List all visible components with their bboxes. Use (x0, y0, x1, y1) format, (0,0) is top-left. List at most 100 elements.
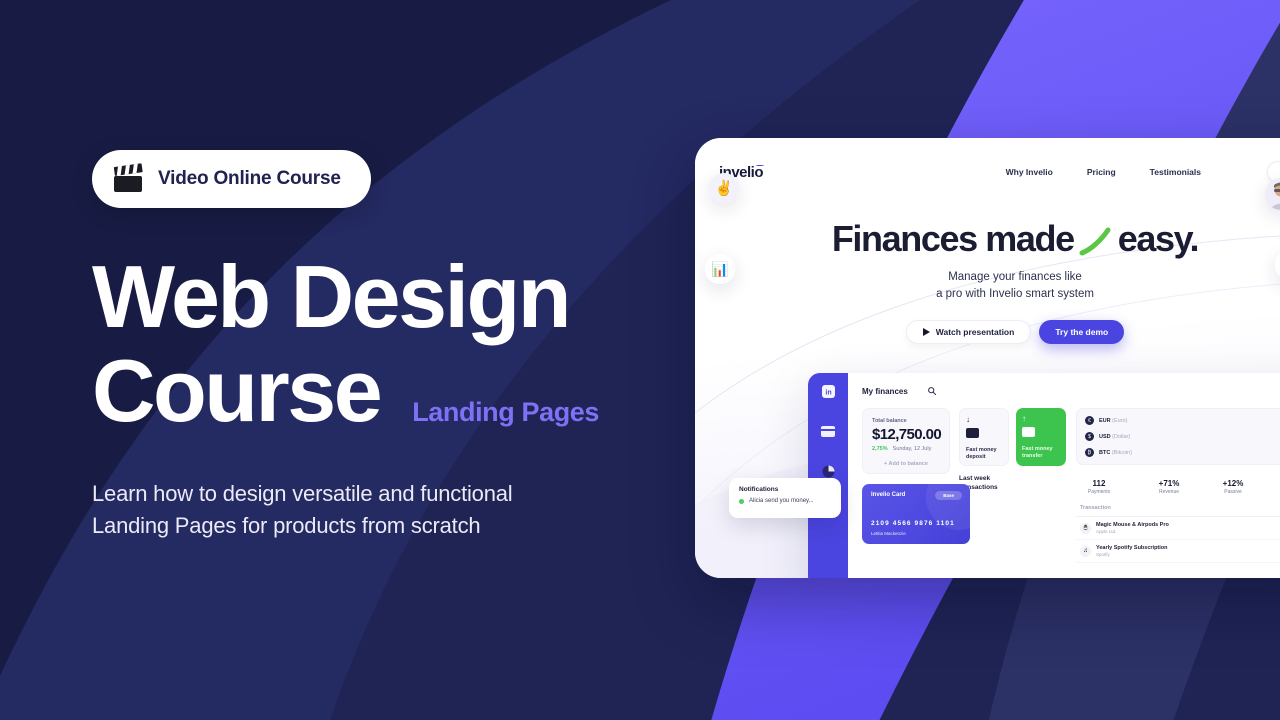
mockup-hero-subtitle-line1: Manage your finances like (948, 271, 1082, 283)
wallet-icon (1022, 427, 1035, 437)
stat-key: Revenue (1158, 489, 1179, 495)
search-icon[interactable] (927, 382, 936, 400)
mockup-navbar: invelio Why Invelio Pricing Testimonials (695, 156, 1280, 188)
nav-link-pricing[interactable]: Pricing (1087, 167, 1116, 177)
last-week-transactions-summary: Last week transactions (959, 475, 1067, 493)
nav-link-why-invelio[interactable]: Why Invelio (1006, 167, 1053, 177)
currency-rates-panel: € EUR (Euro) +0,22% $ USD (Dollar) +2,71… (1076, 408, 1280, 465)
dashboard-columns: Total balance $12,750.00 2,75% Sunday, 1… (862, 408, 1280, 563)
mockup-hero-title-after: easy. (1117, 218, 1200, 259)
hero-subtitle-line1: Learn how to design versatile and functi… (92, 481, 513, 507)
play-icon (922, 328, 930, 337)
arrow-up-icon: ↑ (1022, 414, 1026, 423)
page-title-line1: Web Design (92, 247, 572, 346)
transaction-name: Magic Mouse & Airpods Pro (1096, 522, 1169, 528)
mockup-hero-subtitle: Manage your finances like a pro with Inv… (695, 269, 1280, 302)
table-header: Transaction Type (1076, 505, 1280, 517)
notification-message: Alicia send you money... (749, 498, 814, 504)
music-note-icon: ♫ (1080, 545, 1091, 557)
stat-revenue: +71% Revenue (1148, 479, 1190, 495)
watch-presentation-button[interactable]: Watch presentation (905, 320, 1032, 345)
dashboard-title: My finances (862, 386, 908, 396)
wallet-icon (966, 428, 979, 438)
rate-row: ₿ BTC (Bitcoin) +12,03% (1085, 448, 1280, 457)
video-online-course-badge[interactable]: Video Online Course (92, 150, 371, 208)
mockup-hero-title: Finances made easy. (695, 218, 1280, 260)
stat-value: 112 (1092, 479, 1106, 488)
total-balance-amount: $12,750.00 (872, 426, 942, 443)
rate-name: (Bitcoin) (1111, 449, 1133, 456)
transaction-name: Yearly Spotify Subscription (1096, 545, 1168, 551)
fast-money-deposit-card[interactable]: ↓ Fast money deposit (959, 408, 1009, 466)
badge-label: Video Online Course (158, 168, 341, 189)
stat-key: Passive (1224, 489, 1242, 495)
mockup-hero-title-before: Finances made (831, 218, 1075, 259)
balance-column: Total balance $12,750.00 2,75% Sunday, 1… (862, 408, 970, 563)
card-chip-badge: Base (935, 491, 962, 500)
balance-change: 2,75% (872, 446, 888, 452)
card-holder: Letitia Mackenzie (871, 531, 906, 536)
table-row[interactable]: 🖱 Magic Mouse & Airpods Pro Apple Ltd. T… (1076, 517, 1280, 540)
bitcoin-coin-icon: ₿ (1085, 448, 1094, 457)
website-mockup-window: invelio Why Invelio Pricing Testimonials… (695, 138, 1280, 578)
mockup-cta-buttons: Watch presentation Try the demo (695, 320, 1280, 345)
hero-subtitle-line2: Landing Pages for products from scratch (92, 513, 481, 539)
stat-value: +71% (1158, 479, 1180, 488)
table-row[interactable]: ♫ Yearly Spotify Subscription Spotify Se… (1076, 540, 1280, 563)
balance-meta: 2,75% Sunday, 12 July (872, 446, 940, 452)
total-balance-label: Total balance (872, 418, 907, 424)
try-the-demo-label: Try the demo (1055, 327, 1109, 338)
arrow-down-icon: ↓ (966, 415, 970, 424)
dashboard-header: My finances Hello, Letitia! (862, 382, 1280, 400)
chart-emoji-bubble: 📊 (705, 254, 735, 284)
watch-presentation-label: Watch presentation (935, 327, 1015, 338)
euro-coin-icon: € (1085, 416, 1094, 425)
fast-money-deposit-label: Fast money deposit (966, 447, 997, 461)
rate-code: USD (1099, 433, 1111, 440)
rate-row: € EUR (Euro) +0,22% (1085, 416, 1280, 425)
transaction-merchant: Apple Ltd. (1096, 529, 1117, 534)
page-title-tag: Landing Pages (412, 397, 600, 428)
rate-name: (Dollar) (1112, 433, 1131, 440)
mockup-hero: Finances made easy. Manage your finances… (695, 218, 1280, 345)
invelio-card-visual: Invelio Card Base 2109 4566 9876 1101 Le… (862, 484, 970, 544)
dollar-coin-icon: $ (1085, 432, 1094, 441)
col-transaction: Transaction (1080, 505, 1111, 511)
total-balance-card: Total balance $12,750.00 2,75% Sunday, 1… (862, 408, 950, 474)
fast-money-transfer-card[interactable]: ↑ Fast money transfer (1016, 408, 1066, 466)
mouse-icon: 🖱 (1080, 522, 1091, 534)
notifications-title: Notifications (739, 486, 779, 493)
card-icon[interactable] (821, 424, 836, 439)
stat-key: Payments (1087, 489, 1111, 495)
green-swoosh-icon (1078, 224, 1114, 256)
rate-code: BTC (1099, 449, 1111, 456)
fast-money-cards: ↓ Fast money deposit ↑ Fast money transf… (959, 408, 1067, 466)
pie-chart-icon[interactable] (821, 464, 836, 479)
hero-left-content: Video Online Course Web Design Course La… (92, 150, 692, 542)
rate-code: EUR (1099, 417, 1111, 424)
actions-column: ↓ Fast money deposit ↑ Fast money transf… (959, 408, 1067, 563)
fast-money-transfer-label: Fast money transfer (1022, 446, 1053, 460)
hero-subtitle: Learn how to design versatile and functi… (92, 478, 692, 542)
rate-row: $ USD (Dollar) +2,71% (1085, 432, 1280, 441)
add-to-balance-button[interactable]: + Add to balance (872, 461, 940, 467)
svg-text:in: in (825, 390, 831, 397)
transactions-table: Transaction Type 🖱 Magic Mouse & Airpods… (1076, 505, 1280, 563)
page-title: Web Design Course Landing Pages (92, 247, 692, 441)
try-the-demo-button[interactable]: Try the demo (1039, 320, 1125, 345)
card-number: 2109 4566 9876 1101 (871, 520, 955, 527)
balance-date: Sunday, 12 July (892, 446, 932, 452)
stat-passive: +12% Passive (1212, 479, 1254, 495)
transaction-merchant: Spotify (1096, 552, 1110, 557)
page-title-line2: Course (92, 341, 383, 441)
bar-chart-icon: 📊 (711, 260, 729, 277)
nav-link-testimonials[interactable]: Testimonials (1150, 167, 1201, 177)
invelio-logo-icon[interactable]: in (821, 384, 836, 399)
dashboard-sidebar: in (808, 373, 848, 578)
clapperboard-icon (113, 163, 144, 192)
notifications-card: Notifications Alicia send you money... (729, 478, 841, 518)
rate-name: (Euro) (1112, 417, 1128, 424)
mockup-nav-links: Why Invelio Pricing Testimonials (1006, 161, 1280, 183)
hand-emoji-bubble: ✌️ (709, 173, 739, 203)
mockup-hero-subtitle-line2: a pro with Invelio smart system (936, 287, 1094, 300)
